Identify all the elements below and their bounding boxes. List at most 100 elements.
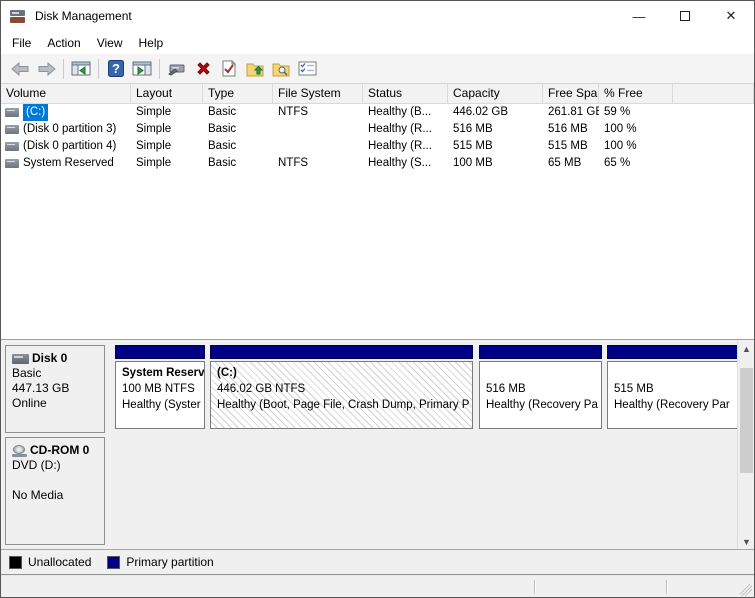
scroll-up-icon[interactable]: ▲ [738,340,755,357]
menu-file[interactable]: File [4,33,39,53]
volume-icon [5,108,19,117]
toolbar-separator [159,59,160,79]
back-button[interactable] [7,57,33,81]
cell-status: Healthy (S... [363,155,448,172]
toolbar-separator [98,59,99,79]
properties-icon [298,61,317,76]
delete-volume-icon [196,61,211,76]
table-row[interactable]: (C:) Simple Basic NTFS Healthy (B... 446… [1,104,754,121]
forward-button[interactable] [33,57,59,81]
column-header-layout[interactable]: Layout [131,84,203,104]
toolbar-separator [63,59,64,79]
volume-icon [5,159,19,168]
partition-c[interactable]: (C:) 446.02 GB NTFS Healthy (Boot, Page … [210,345,473,429]
volume-icon [5,142,19,151]
partition-recovery-2[interactable]: 515 MB Healthy (Recovery Par [607,345,739,429]
close-button[interactable]: ✕ [708,1,754,31]
disk0-partition-area: System Reserv 100 MB NTFS Healthy (Syste… [111,345,741,435]
status-bar [1,574,754,598]
volume-name: System Reserved [23,155,114,172]
volume-list-header: Volume Layout Type File System Status Ca… [1,84,754,104]
menu-view[interactable]: View [89,33,131,53]
cell-pct-free: 65 % [599,155,673,172]
volume-icon [5,125,19,134]
cdrom0-info-panel[interactable]: CD-ROM 0 DVD (D:) No Media [5,437,105,545]
disk0-type: Basic [12,366,98,381]
menu-help[interactable]: Help [131,33,172,53]
cdrom0-status: No Media [12,488,98,503]
menu-action[interactable]: Action [39,33,88,53]
title-bar: Disk Management — ✕ [1,1,754,31]
column-header-type[interactable]: Type [203,84,273,104]
primary-partition-label: Primary partition [126,555,213,569]
minimize-icon: — [633,9,646,24]
disk0-size: 447.13 GB [12,381,98,396]
cell-type: Basic [203,155,273,172]
drive-tool-icon [167,61,187,76]
toolbar: ? [1,54,754,84]
delete-volume-button[interactable] [190,57,216,81]
hard-disk-icon [12,354,29,364]
cdrom0-row: CD-ROM 0 DVD (D:) No Media [5,437,737,545]
cell-free-space: 261.81 GB [543,104,599,121]
mark-partition-active-button[interactable] [216,57,242,81]
partition-system-reserved[interactable]: System Reserv 100 MB NTFS Healthy (Syste… [115,345,205,429]
partition-title [486,365,595,381]
statusbar-separator [534,580,535,594]
open-folder-button[interactable] [242,57,268,81]
open-folder-icon [246,61,264,77]
cell-capacity: 516 MB [448,121,543,138]
partition-title [614,365,732,381]
partition-size: 516 MB [486,381,595,397]
vertical-scrollbar[interactable]: ▲ ▼ [737,340,754,550]
cell-status: Healthy (R... [363,138,448,155]
volume-name: (C:) [23,104,48,121]
cell-free-space: 65 MB [543,155,599,172]
partition-size: 515 MB [614,381,732,397]
back-icon [11,62,30,76]
help-button[interactable]: ? [103,57,129,81]
column-header-volume[interactable]: Volume [1,84,131,104]
cell-pct-free: 100 % [599,138,673,155]
column-header-status[interactable]: Status [363,84,448,104]
cell-file-system [273,138,363,155]
column-header-capacity[interactable]: Capacity [448,84,543,104]
svg-text:?: ? [112,61,120,76]
minimize-button[interactable]: — [616,1,662,31]
forward-icon [37,62,56,76]
explore-button[interactable] [268,57,294,81]
cell-file-system [273,121,363,138]
show-action-pane-button[interactable] [129,57,155,81]
cell-pct-free: 59 % [599,104,673,121]
disk0-info-panel[interactable]: Disk 0 Basic 447.13 GB Online [5,345,105,433]
show-console-tree-button[interactable] [68,57,94,81]
cell-free-space: 515 MB [543,138,599,155]
table-row[interactable]: System Reserved Simple Basic NTFS Health… [1,155,754,172]
mark-partition-active-icon [221,60,237,77]
drive-tool-button[interactable] [164,57,190,81]
cell-layout: Simple [131,155,203,172]
disk0-status: Online [12,396,98,411]
cell-layout: Simple [131,121,203,138]
cell-file-system: NTFS [273,155,363,172]
disk-management-icon [10,9,27,24]
column-header-file-system[interactable]: File System [273,84,363,104]
resize-grip[interactable] [740,584,752,596]
properties-button[interactable] [294,57,320,81]
column-header-filler [673,84,754,104]
cdrom0-name: CD-ROM 0 [30,443,89,458]
cell-status: Healthy (R... [363,121,448,138]
scrollbar-thumb[interactable] [740,368,753,473]
table-row[interactable]: (Disk 0 partition 3) Simple Basic Health… [1,121,754,138]
column-header-pct-free[interactable]: % Free [599,84,673,104]
disk0-row: Disk 0 Basic 447.13 GB Online System Res… [5,345,737,435]
volume-name: (Disk 0 partition 4) [23,138,116,155]
cell-capacity: 100 MB [448,155,543,172]
partition-recovery-1[interactable]: 516 MB Healthy (Recovery Pa [479,345,602,429]
scroll-down-icon[interactable]: ▼ [738,533,755,550]
maximize-button[interactable] [662,1,708,31]
column-header-free-space[interactable]: Free Spa... [543,84,599,104]
table-row[interactable]: (Disk 0 partition 4) Simple Basic Health… [1,138,754,155]
graphical-view-pane: Disk 0 Basic 447.13 GB Online System Res… [1,339,754,549]
cell-type: Basic [203,121,273,138]
